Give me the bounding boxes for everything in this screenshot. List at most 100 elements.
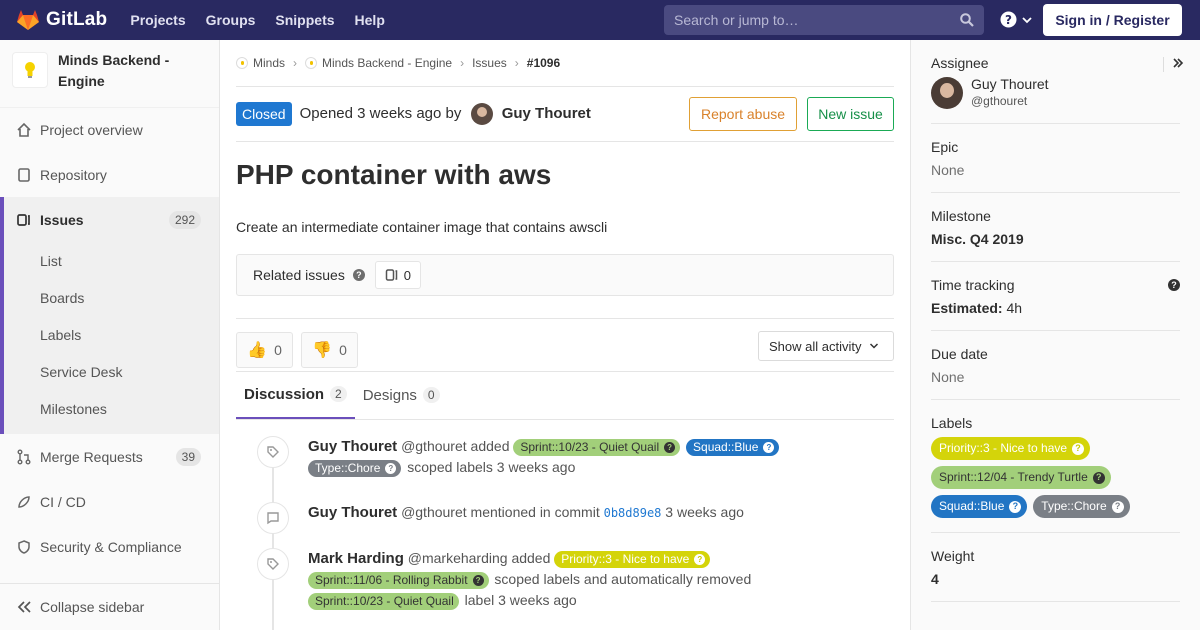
note-tail: scoped labels 3 weeks ago bbox=[407, 459, 576, 475]
tanuki-icon bbox=[17, 10, 39, 30]
project-header[interactable]: Minds Backend - Engine bbox=[0, 40, 219, 108]
note-handle[interactable]: @gthouret bbox=[401, 504, 467, 520]
label-type-chore[interactable]: Type::Chore? bbox=[308, 459, 402, 477]
search-input[interactable] bbox=[674, 12, 954, 28]
thumbs-down-button[interactable]: 👎 0 bbox=[301, 331, 358, 368]
opened-label: Opened 3 weeks ago by bbox=[299, 104, 462, 122]
tab-label: Discussion bbox=[244, 385, 325, 403]
home-icon bbox=[16, 122, 32, 138]
milestone-section: Milestone Misc. Q4 2019 bbox=[931, 193, 1180, 262]
sidebar-item-repository[interactable]: Repository bbox=[0, 152, 219, 197]
tab-discussion[interactable]: Discussion 2 bbox=[236, 371, 355, 419]
label-type-chore[interactable]: Type::Chore? bbox=[1033, 495, 1130, 518]
related-issues-count[interactable]: 0 bbox=[374, 261, 421, 289]
thumbs-up-count: 0 bbox=[274, 341, 282, 358]
labels-list: Priority::3 - Nice to have? Sprint::12/0… bbox=[931, 437, 1180, 524]
sidebar-item-issues[interactable]: Issues 292 bbox=[4, 197, 219, 242]
new-issue-button[interactable]: New issue bbox=[807, 97, 894, 131]
milestone-title: Milestone bbox=[931, 208, 991, 224]
breadcrumb-group[interactable]: Minds bbox=[253, 56, 285, 70]
label-text: Sprint::10/23 - Quiet Quail bbox=[520, 439, 660, 454]
collapse-sidebar-button[interactable]: Collapse sidebar bbox=[0, 583, 219, 630]
breadcrumb-project[interactable]: Minds Backend - Engine bbox=[322, 56, 452, 70]
sidebar-item-merge-requests[interactable]: Merge Requests 39 bbox=[0, 434, 219, 479]
note-handle[interactable]: @markeharding bbox=[408, 550, 508, 566]
nav-links: Projects Groups Snippets Help bbox=[130, 12, 405, 28]
label-text: Sprint::12/04 - Trendy Turtle bbox=[939, 470, 1088, 484]
nav-help[interactable]: Help bbox=[355, 12, 385, 28]
tab-designs[interactable]: Designs 0 bbox=[355, 371, 448, 419]
doc-icon bbox=[16, 167, 32, 183]
label-squad-blue[interactable]: Squad::Blue? bbox=[931, 495, 1028, 518]
author-avatar[interactable] bbox=[470, 103, 493, 125]
assignee-avatar bbox=[931, 77, 963, 109]
note-author[interactable]: Guy Thouret bbox=[308, 504, 397, 521]
signin-register-button[interactable]: Sign in / Register bbox=[1043, 4, 1182, 36]
commit-link[interactable]: 0b8d89e8 bbox=[604, 506, 662, 520]
time-tracking-section: Time tracking ? Estimated: 4h bbox=[931, 262, 1180, 331]
label-sprint-1204[interactable]: Sprint::12/04 - Trendy Turtle? bbox=[931, 466, 1111, 489]
epic-section: Epic None bbox=[931, 124, 1180, 193]
milestone-value[interactable]: Misc. Q4 2019 bbox=[931, 231, 1180, 247]
tab-count: 0 bbox=[422, 387, 440, 403]
assignee-handle: @gthouret bbox=[971, 94, 1028, 108]
help-dropdown[interactable]: ? bbox=[1000, 11, 1033, 28]
note-action: mentioned in commit bbox=[470, 504, 600, 520]
sidebar-subitem-list[interactable]: List bbox=[4, 242, 219, 279]
label-text: Squad::Blue bbox=[939, 499, 1005, 513]
label-sprint-1023[interactable]: Sprint::10/23 - Quiet Quail? bbox=[513, 438, 681, 456]
report-abuse-button[interactable]: Report abuse bbox=[689, 97, 797, 131]
lightbulb-icon bbox=[25, 62, 35, 78]
thumbs-up-button[interactable]: 👍 0 bbox=[236, 331, 293, 368]
status-badge: Closed bbox=[236, 102, 292, 126]
note-tail: 3 weeks ago bbox=[665, 504, 744, 520]
question-circle-icon: ? bbox=[763, 441, 775, 453]
brand-name: GitLab bbox=[46, 9, 108, 30]
search-box[interactable] bbox=[664, 5, 984, 35]
nav-projects[interactable]: Projects bbox=[130, 12, 185, 28]
thumbs-down-count: 0 bbox=[339, 341, 347, 358]
activity-filter-dropdown[interactable]: Show all activity bbox=[758, 331, 894, 361]
label-sprint-1106[interactable]: Sprint::11/06 - Rolling Rabbit? bbox=[308, 571, 489, 589]
breadcrumb-issues[interactable]: Issues bbox=[472, 56, 507, 70]
sidebar-item-project-overview[interactable]: Project overview bbox=[0, 107, 219, 152]
question-circle-icon: ? bbox=[1000, 11, 1017, 28]
assignee-title: Assignee bbox=[931, 55, 989, 71]
question-circle-icon[interactable]: ? bbox=[1168, 279, 1180, 291]
sidebar-item-label: Repository bbox=[40, 166, 107, 183]
chevron-right-icon: › bbox=[460, 56, 465, 70]
merge-requests-count-badge: 39 bbox=[175, 447, 201, 466]
weight-section: Weight 4 bbox=[931, 533, 1180, 602]
sidebar-subitem-service-desk[interactable]: Service Desk bbox=[4, 353, 219, 390]
breadcrumb-issue-number[interactable]: #1096 bbox=[527, 56, 560, 70]
sidebar-item-security[interactable]: Security & Compliance bbox=[0, 524, 219, 569]
labels-title: Labels bbox=[931, 415, 973, 431]
collapse-right-sidebar-button[interactable] bbox=[1163, 57, 1184, 72]
weight-value: 4 bbox=[931, 571, 939, 587]
label-sprint-1023[interactable]: Sprint::10/23 - Quiet Quail bbox=[308, 592, 459, 610]
sidebar-subitem-boards[interactable]: Boards bbox=[4, 279, 219, 316]
label-text: Priority::3 - Nice to have bbox=[561, 551, 690, 566]
note-author[interactable]: Mark Harding bbox=[308, 550, 404, 567]
label-text: Type::Chore bbox=[1041, 499, 1107, 513]
system-note: Mark Harding @markeharding added Priorit… bbox=[236, 548, 894, 611]
question-circle-icon[interactable]: ? bbox=[352, 269, 365, 281]
author-name[interactable]: Guy Thouret bbox=[502, 105, 591, 122]
nav-groups[interactable]: Groups bbox=[206, 12, 256, 28]
sidebar-subitem-labels[interactable]: Labels bbox=[4, 316, 219, 353]
nav-snippets[interactable]: Snippets bbox=[275, 12, 334, 28]
sidebar-issues-section: Issues 292 List Boards Labels Service De… bbox=[0, 197, 219, 434]
sidebar-item-ci-cd[interactable]: CI / CD bbox=[0, 479, 219, 524]
question-circle-icon: ? bbox=[1092, 471, 1105, 484]
gitlab-logo[interactable]: GitLab bbox=[16, 9, 107, 31]
note-handle[interactable]: @gthouret bbox=[401, 438, 467, 454]
note-author[interactable]: Guy Thouret bbox=[308, 438, 397, 455]
sidebar-item-label: Issues bbox=[40, 211, 84, 228]
time-tracking-title: Time tracking bbox=[931, 277, 1015, 293]
label-priority-3[interactable]: Priority::3 - Nice to have? bbox=[554, 550, 711, 568]
assignee-user[interactable]: Guy Thouret @gthouret bbox=[931, 76, 1180, 109]
label-squad-blue[interactable]: Squad::Blue? bbox=[686, 438, 780, 456]
label-priority-3[interactable]: Priority::3 - Nice to have? bbox=[931, 437, 1091, 460]
opened-text: Opened 3 weeks ago by Guy Thouret bbox=[300, 103, 591, 125]
sidebar-subitem-milestones[interactable]: Milestones bbox=[4, 390, 219, 434]
